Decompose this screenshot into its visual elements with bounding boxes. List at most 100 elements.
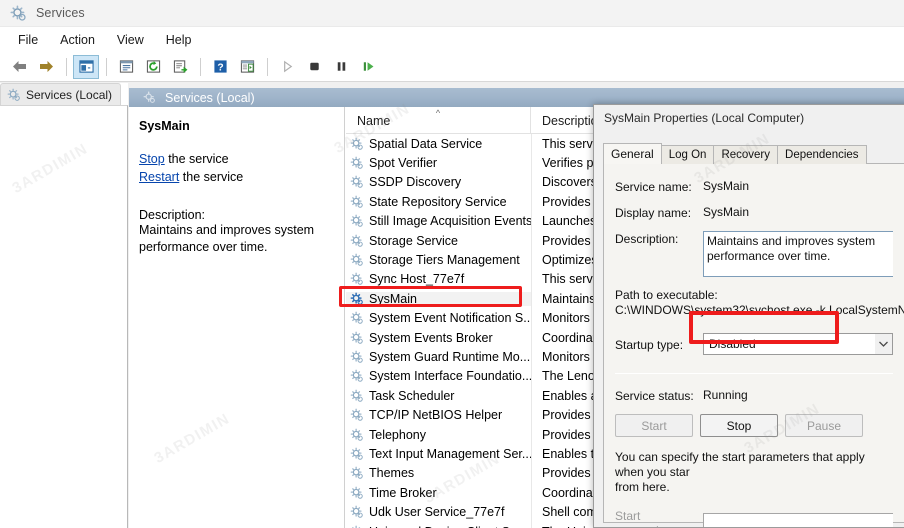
services-gear-icon [350,195,364,209]
start-button[interactable]: Start [615,414,693,437]
action-pane-icon[interactable] [234,55,260,79]
stop-button[interactable]: Stop [700,414,778,437]
restart-service-link-row: Restart the service [139,168,334,186]
service-name-label: Service name: [615,180,692,194]
pause-icon[interactable] [328,55,354,79]
tab-dependencies[interactable]: Dependencies [777,145,867,164]
start-parameters-input[interactable] [703,512,893,527]
menu-view[interactable]: View [108,31,153,49]
services-gear-icon [7,88,21,102]
forward-button[interactable] [33,55,59,79]
svg-text:?: ? [217,62,223,73]
properties-icon[interactable] [113,55,139,79]
services-gear-icon [350,156,364,170]
tab-recovery[interactable]: Recovery [713,145,779,164]
services-gear-icon [350,331,364,345]
services-gear-icon [350,525,364,528]
cell-service-name: System Interface Foundatio... [346,369,531,383]
refresh-icon[interactable] [140,55,166,79]
service-name-text: System Guard Runtime Mo... [369,349,531,364]
services-gear-icon [350,505,364,519]
export-list-icon[interactable] [167,55,193,79]
service-status-row: Service status: Running [604,388,904,403]
path-to-executable-value: C:\WINDOWS\system32\svchost.exe -k Local… [615,303,904,317]
cell-service-name: TCP/IP NetBIOS Helper [346,408,531,422]
tab-log-on[interactable]: Log On [660,145,715,164]
services-gear-icon [350,447,364,461]
console-tree-icon[interactable] [73,54,99,79]
cell-service-name: System Guard Runtime Mo... [346,350,531,364]
cell-service-name: Task Scheduler [346,389,531,403]
services-gear-icon [350,272,364,286]
cell-service-name: Time Broker [346,486,531,500]
cell-service-name: Sync Host_77e7f [346,272,531,286]
services-gear-icon [350,428,364,442]
menu-file[interactable]: File [9,31,47,49]
menu-help[interactable]: Help [157,31,201,49]
info-description-label: Description: [139,208,205,222]
help-icon[interactable]: ? [207,55,233,79]
scope-tab-label: Services (Local) [26,87,113,102]
service-name-text: System Interface Foundatio... [369,369,531,384]
cell-service-name: System Event Notification S... [346,311,531,325]
startup-type-label: Startup type: [615,337,684,352]
stop-service-suffix: the service [164,152,229,166]
service-name-text: Storage Tiers Management [369,253,520,268]
column-header-name[interactable]: Name ^ [346,107,531,134]
service-status-value: Running [703,388,748,402]
back-button[interactable] [6,55,32,79]
stop-icon[interactable] [301,55,327,79]
stop-service-link[interactable]: Stop [139,152,165,166]
services-management-console: Services File Action View Help ? Service… [0,0,904,528]
service-name-row: Service name: SysMain [604,179,904,194]
restart-icon[interactable] [355,55,381,79]
cell-service-name: Spot Verifier [346,156,531,170]
display-name-row: Display name: SysMain [604,205,904,220]
tab-general-label: General [611,147,654,161]
pause-button[interactable]: Pause [785,414,863,437]
scope-tab-services-local[interactable]: Services (Local) [0,83,122,105]
chevron-down-icon[interactable] [875,334,892,354]
startup-type-combobox[interactable]: Disabled [703,333,893,355]
services-gear-icon [350,389,364,403]
service-name-text: Spot Verifier [369,156,438,171]
service-info-panel: SysMain Stop the service Restart the ser… [129,107,345,528]
dialog-divider [615,373,893,374]
tab-log-on-label: Log On [668,149,707,161]
scope-tabstrip: Services (Local) [0,83,128,105]
restart-service-link[interactable]: Restart [139,170,179,184]
service-name-text: Themes [369,466,415,481]
path-to-executable-label: Path to executable: [615,288,718,302]
service-name-text: Universal Device Client Serv [369,525,527,528]
menu-action[interactable]: Action [51,31,104,49]
service-name-text: Text Input Management Ser... [369,446,531,461]
services-gear-icon [350,311,364,325]
services-gear-icon [350,408,364,422]
detail-pane-title: Services (Local) [165,90,255,105]
cell-service-name: SysMain [346,291,531,306]
service-name-text: Still Image Acquisition Events [369,214,531,229]
dialog-tabstrip: General Log On Recovery Dependencies [603,143,867,164]
service-name-text: Telephony [369,427,426,442]
info-description-text: Maintains and improves system performanc… [139,223,315,254]
play-icon[interactable] [274,55,300,79]
services-gear-icon [350,466,364,480]
toolbar-separator [200,57,201,76]
services-gear-icon [350,234,364,248]
cell-service-name: Universal Device Client Serv [346,525,531,528]
cell-service-name: System Events Broker [346,331,531,345]
tab-general[interactable]: General [603,143,662,164]
service-name-text: System Events Broker [369,330,493,345]
toolbar-separator [106,57,107,76]
service-name-text: Storage Service [369,233,458,248]
service-name-text: TCP/IP NetBIOS Helper [369,408,503,423]
services-gear-icon [350,369,364,383]
services-gear-icon [350,214,364,228]
description-textarea[interactable]: Maintains and improves system performanc… [703,231,893,277]
services-gear-icon [350,175,364,189]
service-name-text: SSDP Discovery [369,175,462,190]
dialog-titlebar: SysMain Properties (Local Computer) [594,105,904,131]
console-tree-pane[interactable] [0,105,128,528]
display-name-value[interactable]: SysMain [703,205,749,219]
startup-type-value: Disabled [709,337,756,351]
